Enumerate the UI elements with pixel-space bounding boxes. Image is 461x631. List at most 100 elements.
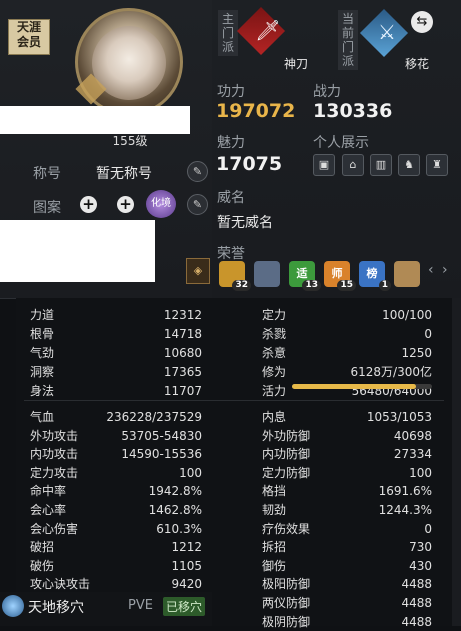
- stat-label: 定力攻击: [30, 465, 79, 480]
- stat-row: 根骨 14718: [30, 325, 202, 343]
- stat-value: 9420: [171, 577, 202, 592]
- stat-value: 1691.6%: [378, 484, 432, 499]
- stat-row: 修为 6128万/300亿: [262, 363, 432, 381]
- stat-row: 杀戮 0: [262, 325, 432, 343]
- add-pattern-button-2[interactable]: +: [117, 196, 134, 213]
- stat-row: 拆招 730: [262, 538, 432, 556]
- edit-title-button[interactable]: ✎: [187, 161, 208, 182]
- stat-row: 破伤 1105: [30, 557, 202, 575]
- house-icon[interactable]: ⌂: [342, 154, 364, 176]
- stat-row: 格挡 1691.6%: [262, 482, 432, 500]
- stat-row: 杀意 1250: [262, 344, 432, 362]
- meili-label: 魅力: [217, 135, 245, 151]
- stat-label: 命中率: [30, 484, 67, 499]
- name-redaction: [0, 106, 190, 134]
- stat-value: 1244.3%: [378, 503, 432, 517]
- honor-label: 荣誉: [217, 246, 245, 262]
- info-redaction: [0, 220, 155, 282]
- stat-label: 会心率: [30, 503, 67, 517]
- guild-emblem-icon: ◈: [186, 258, 210, 284]
- stat-value: 1105: [171, 558, 202, 573]
- honor-3-icon[interactable]: 适 13: [289, 261, 321, 291]
- stat-row: 气血 236228/237529: [30, 408, 202, 426]
- stat-row: 命中率 1942.8%: [30, 482, 202, 500]
- honor-count: 15: [337, 280, 356, 291]
- stat-row: 御伤 430: [262, 557, 432, 575]
- acupoint-icon: [2, 595, 24, 617]
- honor-1-icon[interactable]: 32: [219, 261, 251, 291]
- honor-count: 1: [378, 280, 391, 291]
- stats-icon[interactable]: ▥: [370, 154, 392, 176]
- stat-label: 气劲: [30, 346, 55, 360]
- stat-row: 内息 1053/1053: [262, 408, 432, 426]
- mount-icon[interactable]: ♞: [398, 154, 420, 176]
- honor-2-icon[interactable]: [254, 261, 280, 287]
- stat-row: 外功攻击 53705-54830: [30, 427, 202, 445]
- meili-value: 17075: [216, 153, 283, 175]
- stat-label: 外功攻击: [30, 428, 79, 443]
- stat-label: 内息: [262, 410, 287, 424]
- zhanli-label: 战力: [313, 84, 341, 100]
- stat-value: 0: [424, 521, 432, 536]
- add-pattern-button-1[interactable]: +: [80, 196, 97, 213]
- title-label: 称号: [33, 166, 61, 182]
- stat-row: 会心率 1462.8%: [30, 501, 202, 519]
- stat-row: 外功防御 40698: [262, 427, 432, 445]
- stat-value: 100: [179, 465, 202, 480]
- stat-label: 杀意: [262, 346, 287, 360]
- stat-value: 1250: [401, 346, 432, 360]
- stat-row: 攻心诀攻击 9420: [30, 575, 202, 593]
- id-card-icon[interactable]: ▣: [313, 154, 335, 176]
- chevron-left-icon[interactable]: ‹: [428, 262, 434, 278]
- status-badge[interactable]: 已移穴: [163, 597, 206, 616]
- stat-label: 攻心诀攻击: [30, 577, 91, 592]
- stat-label: 修为: [262, 365, 287, 379]
- stat-label: 疗伤效果: [262, 521, 311, 536]
- honor-4-icon[interactable]: 师 15: [324, 261, 356, 291]
- honor-count: 13: [302, 280, 321, 291]
- divider: [24, 400, 444, 401]
- chevron-right-icon[interactable]: ›: [442, 262, 448, 278]
- stat-value: 4488: [401, 596, 432, 610]
- stat-row: 内功攻击 14590-15536: [30, 445, 202, 463]
- stat-row: 极阳防御 4488: [262, 575, 432, 593]
- stat-label: 气血: [30, 410, 55, 424]
- outfit-icon[interactable]: ♜: [426, 154, 448, 176]
- stat-label: 杀戮: [262, 327, 287, 341]
- blade-icon: 🗡: [255, 18, 281, 42]
- stat-value: 610.3%: [156, 521, 202, 536]
- stat-row: 极阴防御 4488: [262, 613, 432, 631]
- stat-value: 10680: [163, 346, 202, 360]
- weiming-value: 暂无威名: [217, 215, 273, 231]
- scrollbar[interactable]: [452, 298, 461, 626]
- honor-6-icon[interactable]: [394, 261, 420, 287]
- stat-row: 洞察 17365: [30, 363, 202, 381]
- stat-label: 两仪防御: [262, 596, 311, 610]
- swap-icon[interactable]: ⇆: [411, 11, 433, 33]
- stat-value: 430: [409, 558, 432, 573]
- stat-value: 14590-15536: [121, 447, 202, 462]
- gongli-value: 197072: [216, 100, 296, 122]
- stat-value: 4488: [401, 577, 432, 592]
- stat-value: 730: [409, 540, 432, 555]
- stat-value: 14718: [163, 327, 202, 341]
- stat-label: 韧劲: [262, 503, 287, 517]
- stat-value: 17365: [163, 365, 202, 379]
- edit-pattern-button[interactable]: ✎: [187, 194, 208, 215]
- stat-label: 会心伤害: [30, 521, 79, 536]
- current-sect-tag: 当前门派: [338, 10, 358, 70]
- gongli-label: 功力: [217, 84, 245, 100]
- honor-5-icon[interactable]: 榜1: [359, 261, 391, 291]
- stat-row: 身法 11707: [30, 382, 202, 400]
- stat-row: 定力 100/100: [262, 306, 432, 324]
- stat-value: 27334: [393, 447, 432, 462]
- acupoint-name: 天地移穴: [28, 600, 84, 616]
- stat-label: 外功防御: [262, 428, 311, 443]
- stat-label: 破招: [30, 540, 55, 555]
- stat-label: 极阴防御: [262, 614, 311, 629]
- stat-label: 格挡: [262, 484, 287, 499]
- stat-row: 会心伤害 610.3%: [30, 520, 202, 538]
- pattern-emblem-icon[interactable]: 化境: [146, 190, 176, 218]
- stat-value: 1053/1053: [366, 410, 432, 424]
- pattern-label: 图案: [33, 200, 61, 216]
